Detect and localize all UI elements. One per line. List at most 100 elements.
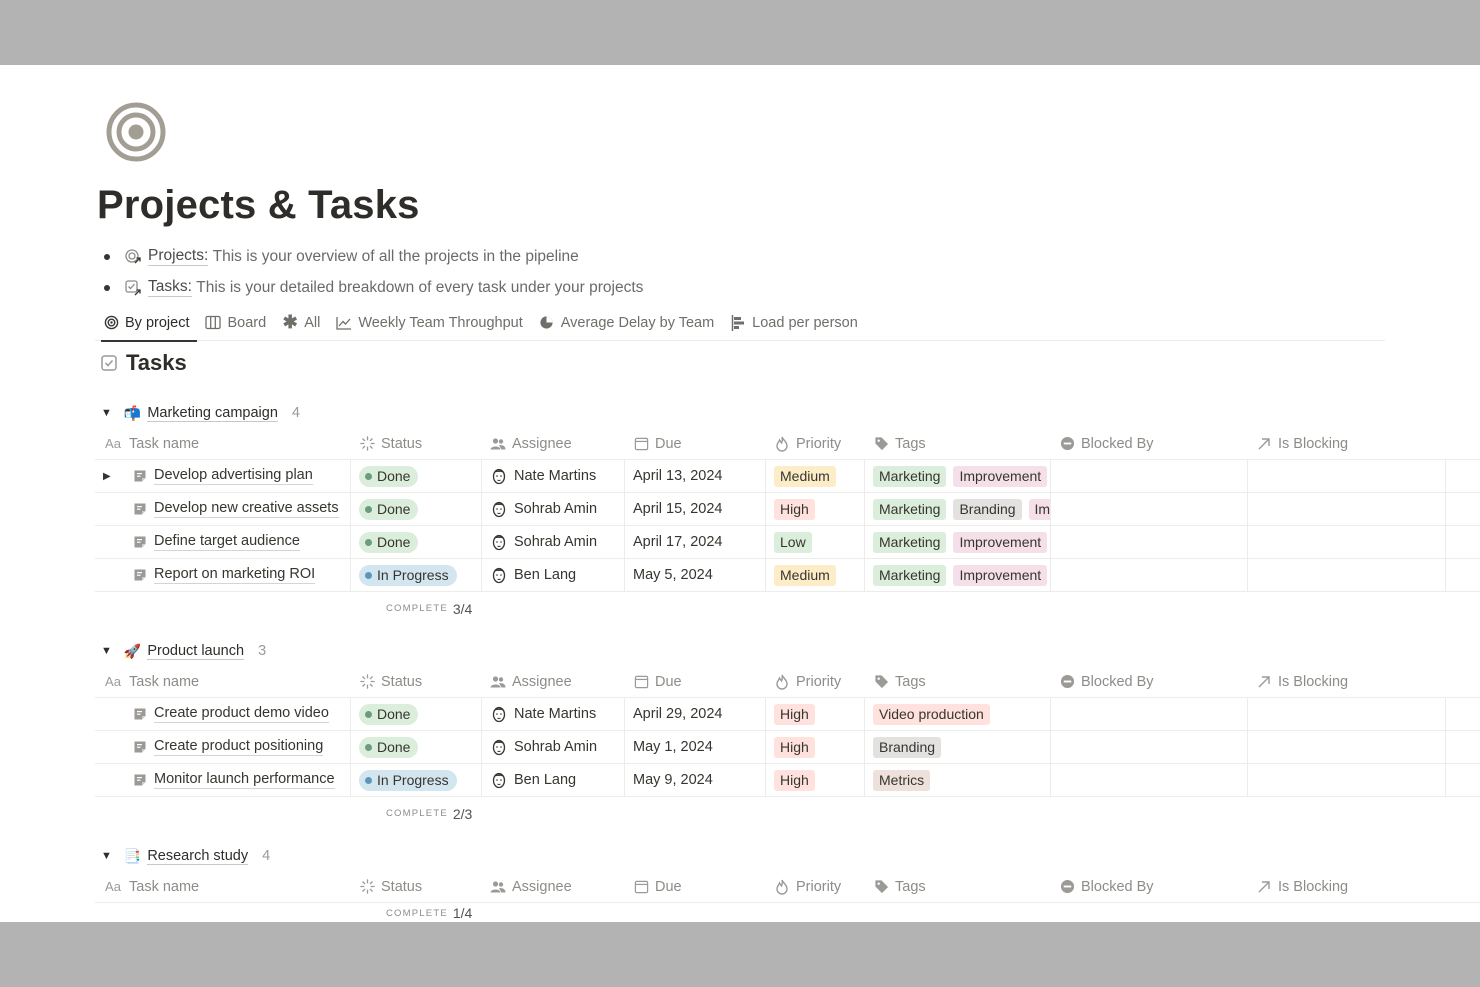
tab-weekly-team-throughput[interactable]: Weekly Team Throughput — [328, 305, 530, 341]
chevron-down-icon[interactable]: ▼ — [101, 407, 112, 419]
column-task-name[interactable]: Aa Task name — [95, 666, 351, 697]
status-badge[interactable]: In Progress — [359, 769, 457, 791]
status-badge[interactable]: Done — [359, 498, 419, 520]
assignee-cell[interactable]: Sohrab Amin — [482, 731, 625, 763]
due-date-cell[interactable]: May 1, 2024 — [625, 731, 766, 763]
blocked-by-cell[interactable] — [1051, 460, 1248, 492]
table-row[interactable]: ▶Develop new creative assets Done Sohrab A… — [95, 493, 1480, 526]
task-name[interactable]: Create product demo video — [154, 705, 329, 723]
projects-link[interactable]: Projects: — [148, 247, 209, 266]
column-assignee[interactable]: Assignee — [482, 871, 625, 902]
target-icon[interactable] — [104, 100, 168, 164]
blocked-by-cell[interactable] — [1051, 526, 1248, 558]
assignee-cell[interactable]: Ben Lang — [482, 559, 625, 591]
column-priority[interactable]: Priority — [766, 871, 865, 902]
due-date-cell[interactable]: April 17, 2024 — [625, 526, 766, 558]
task-name[interactable]: Monitor launch performance — [154, 771, 335, 789]
priority-cell[interactable]: Low — [766, 526, 865, 558]
group-name[interactable]: Research study — [147, 848, 249, 865]
column-status[interactable]: Status — [351, 666, 482, 697]
task-name[interactable]: Develop new creative assets — [154, 500, 339, 518]
group-header[interactable]: ▼ 🚀 Product launch 3 — [95, 636, 1480, 666]
priority-cell[interactable]: Medium — [766, 559, 865, 591]
priority-cell[interactable]: High — [766, 764, 865, 796]
tab-board[interactable]: Board — [197, 305, 274, 341]
tags-cell[interactable]: Metrics — [865, 764, 1051, 796]
chevron-down-icon[interactable]: ▼ — [101, 850, 112, 862]
task-name[interactable]: Create product positioning — [154, 738, 324, 756]
task-name[interactable]: Report on marketing ROI — [154, 566, 316, 584]
assignee-cell[interactable]: Ben Lang — [482, 764, 625, 796]
group-name[interactable]: Marketing campaign — [147, 405, 278, 422]
column-status[interactable]: Status — [351, 428, 482, 459]
is-blocking-cell[interactable] — [1248, 493, 1446, 525]
blocked-by-cell[interactable] — [1051, 559, 1248, 591]
table-row[interactable]: ▶Monitor launch performance In Progress Be… — [95, 764, 1480, 797]
tags-cell[interactable]: Marketing Improvement — [865, 559, 1051, 591]
table-row[interactable]: ▶Define target audience Done Sohrab Amin Ap… — [95, 526, 1480, 559]
column-tags[interactable]: Tags — [865, 871, 1051, 902]
tags-cell[interactable]: Marketing Branding Improvement — [865, 493, 1051, 525]
column-blocked-by[interactable]: Blocked By — [1051, 871, 1248, 902]
column-tags[interactable]: Tags — [865, 666, 1051, 697]
table-row[interactable]: ▶ Develop advertising plan Done Nate Martin… — [95, 460, 1480, 493]
status-badge[interactable]: Done — [359, 736, 419, 758]
status-badge[interactable]: In Progress — [359, 564, 457, 586]
column-is-blocking[interactable]: Is Blocking — [1248, 666, 1446, 697]
task-name-cell[interactable]: ▶Define target audience — [95, 526, 351, 558]
status-cell[interactable]: Done — [351, 526, 482, 558]
tags-cell[interactable]: Branding — [865, 731, 1051, 763]
tab-average-delay-by-team[interactable]: Average Delay by Team — [531, 305, 722, 341]
column-due[interactable]: Due — [625, 871, 766, 902]
column-priority[interactable]: Priority — [766, 428, 865, 459]
column-tags[interactable]: Tags — [865, 428, 1051, 459]
assignee-cell[interactable]: Sohrab Amin — [482, 526, 625, 558]
task-name-cell[interactable]: ▶Create product demo video — [95, 698, 351, 730]
blocked-by-cell[interactable] — [1051, 698, 1248, 730]
is-blocking-cell[interactable] — [1248, 764, 1446, 796]
blocked-by-cell[interactable] — [1051, 731, 1248, 763]
tab-by-project[interactable]: By project — [95, 305, 198, 342]
database-title[interactable]: Tasks — [100, 350, 187, 376]
status-cell[interactable]: In Progress — [351, 559, 482, 591]
due-date-cell[interactable]: May 9, 2024 — [625, 764, 766, 796]
tags-cell[interactable]: Marketing Improvement — [865, 526, 1051, 558]
table-row[interactable]: ▶Create product positioning Done Sohrab Am… — [95, 731, 1480, 764]
priority-cell[interactable]: High — [766, 493, 865, 525]
expand-toggle-icon[interactable]: ▶ — [103, 471, 117, 482]
chevron-down-icon[interactable]: ▼ — [101, 645, 112, 657]
due-date-cell[interactable]: May 5, 2024 — [625, 559, 766, 591]
due-date-cell[interactable]: April 15, 2024 — [625, 493, 766, 525]
status-cell[interactable]: Done — [351, 698, 482, 730]
column-is-blocking[interactable]: Is Blocking — [1248, 428, 1446, 459]
status-badge[interactable]: Done — [359, 465, 419, 487]
is-blocking-cell[interactable] — [1248, 559, 1446, 591]
column-assignee[interactable]: Assignee — [482, 666, 625, 697]
task-name-cell[interactable]: ▶Develop new creative assets — [95, 493, 351, 525]
blocked-by-cell[interactable] — [1051, 493, 1248, 525]
column-due[interactable]: Due — [625, 428, 766, 459]
table-row[interactable]: ▶Report on marketing ROI In Progress Ben L… — [95, 559, 1480, 592]
priority-cell[interactable]: Medium — [766, 460, 865, 492]
assignee-cell[interactable]: Nate Martins — [482, 460, 625, 492]
table-row[interactable]: ▶Create product demo video Done Nate Marti… — [95, 698, 1480, 731]
task-name[interactable]: Define target audience — [154, 533, 300, 551]
priority-cell[interactable]: High — [766, 698, 865, 730]
status-badge[interactable]: Done — [359, 703, 419, 725]
task-name[interactable]: Develop advertising plan — [154, 467, 313, 485]
task-name-cell[interactable]: ▶ Develop advertising plan — [95, 460, 351, 492]
status-cell[interactable]: In Progress — [351, 764, 482, 796]
column-task-name[interactable]: Aa Task name — [95, 428, 351, 459]
tags-cell[interactable]: Video production — [865, 698, 1051, 730]
task-name-cell[interactable]: ▶Report on marketing ROI — [95, 559, 351, 591]
tags-cell[interactable]: Marketing Improvement — [865, 460, 1051, 492]
column-blocked-by[interactable]: Blocked By — [1051, 666, 1248, 697]
blocked-by-cell[interactable] — [1051, 764, 1248, 796]
tab-all[interactable]: ✱ All — [274, 305, 328, 341]
task-name-cell[interactable]: ▶Monitor launch performance — [95, 764, 351, 796]
column-assignee[interactable]: Assignee — [482, 428, 625, 459]
tab-load-per-person[interactable]: Load per person — [722, 305, 866, 341]
group-header[interactable]: ▼ 📑 Research study 4 — [95, 841, 1480, 871]
is-blocking-cell[interactable] — [1248, 460, 1446, 492]
status-cell[interactable]: Done — [351, 493, 482, 525]
